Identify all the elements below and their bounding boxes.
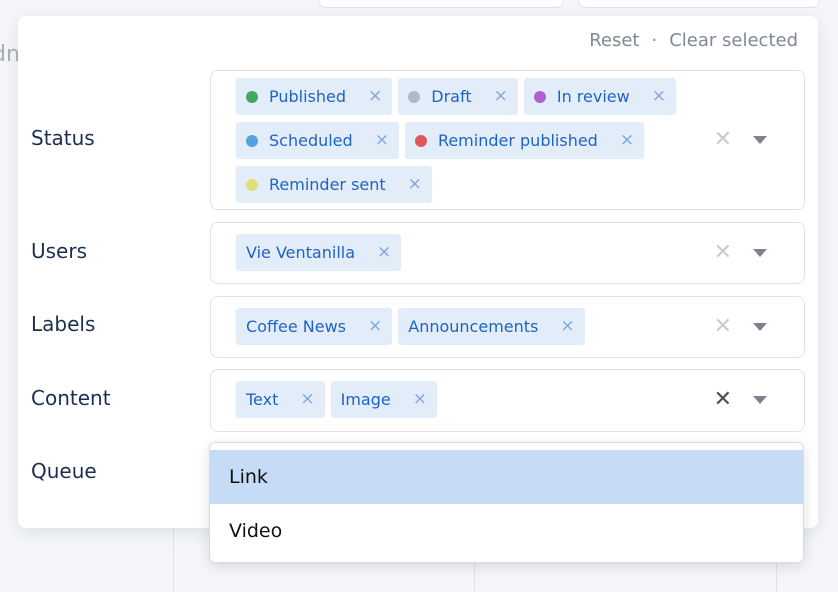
chevron-down-icon[interactable] [753,249,767,257]
clear-icon[interactable]: ✕ [714,316,732,338]
remove-chip-icon[interactable]: × [300,391,314,408]
remove-chip-icon[interactable]: × [408,176,422,193]
chip-label: Text [246,390,279,409]
labels-select[interactable]: Coffee News × Announcements × ✕ [210,296,805,358]
content-chip-list: Text × Image × [236,381,706,418]
remove-chip-icon[interactable]: × [560,318,574,335]
chevron-down-icon[interactable] [753,323,767,331]
status-select[interactable]: Published × Draft × In review × Schedule… [210,70,805,210]
chip-status-scheduled: Scheduled × [236,122,399,159]
clear-icon[interactable]: ✕ [714,389,732,411]
dropdown-option-link[interactable]: Link [210,450,803,504]
queue-label: Queue [31,459,97,483]
reset-button[interactable]: Reset [589,30,639,51]
background-control [578,0,820,8]
actions-separator: · [651,30,658,51]
chip-label-coffee-news: Coffee News × [236,308,393,345]
dropdown-option-video[interactable]: Video [210,504,803,558]
remove-chip-icon[interactable]: × [377,244,391,261]
chip-label: Published [269,87,347,106]
clear-icon[interactable]: ✕ [714,242,732,264]
chip-status-in-review: In review × [523,78,676,115]
labels-chip-list: Coffee News × Announcements × [236,308,706,345]
remove-chip-icon[interactable]: × [368,318,382,335]
status-dot-icon [246,90,258,103]
remove-chip-icon[interactable]: × [413,391,427,408]
status-dot-icon [246,178,258,191]
chip-label: Draft [431,87,472,106]
labels-label: Labels [31,312,96,336]
content-label: Content [31,386,111,410]
chip-status-published: Published × [236,78,393,115]
panel-actions: Reset · Clear selected [589,30,798,51]
chip-label: Image [340,390,391,409]
chip-content-text: Text × [236,381,325,418]
status-dot-icon [246,134,258,147]
chip-label: In review [556,87,630,106]
remove-chip-icon[interactable]: × [652,88,666,105]
clear-icon[interactable]: ✕ [714,129,732,151]
remove-chip-icon[interactable]: × [494,88,508,105]
chip-status-draft: Draft × [398,78,518,115]
status-chip-list: Published × Draft × In review × Schedule… [236,78,706,203]
background-control [318,0,564,8]
chip-label: Reminder sent [269,175,386,194]
users-chip-list: Vie Ventanilla × [236,234,706,271]
chip-label: Scheduled [269,131,353,150]
chip-label: Vie Ventanilla [246,243,356,262]
users-select[interactable]: Vie Ventanilla × ✕ [210,222,805,284]
queue-dropdown-menu: Link Video [209,442,804,563]
status-dot-icon [408,90,421,103]
status-dot-icon [533,90,546,103]
chip-label: Reminder published [437,131,598,150]
chip-label-announcements: Announcements × [398,308,585,345]
chip-label: Announcements [408,317,539,336]
chip-user: Vie Ventanilla × [236,234,402,271]
remove-chip-icon[interactable]: × [375,132,389,149]
chevron-down-icon[interactable] [753,136,767,144]
remove-chip-icon[interactable]: × [620,132,634,149]
chevron-down-icon[interactable] [753,396,767,404]
chip-status-reminder-sent: Reminder sent × [236,166,432,203]
chip-label: Coffee News [246,317,346,336]
users-label: Users [31,239,88,263]
chip-status-reminder-published: Reminder published × [404,122,645,159]
status-label: Status [31,126,95,150]
status-dot-icon [414,134,427,147]
chip-content-image: Image × [330,381,437,418]
remove-chip-icon[interactable]: × [368,88,382,105]
background-column-divider [173,528,174,592]
clear-selected-button[interactable]: Clear selected [669,30,798,51]
background-heading-fragment: dn [0,42,20,67]
content-select[interactable]: Text × Image × ✕ [210,369,805,432]
